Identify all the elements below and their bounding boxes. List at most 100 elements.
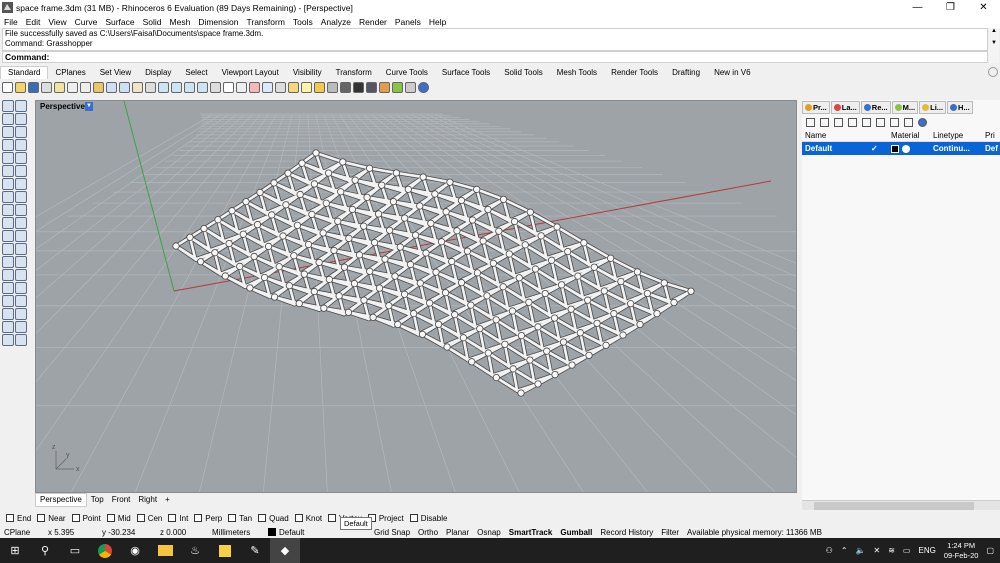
box-tool-icon[interactable]	[2, 191, 14, 203]
pan-icon[interactable]	[132, 82, 143, 93]
tab-help[interactable]: H...	[947, 101, 973, 114]
sticky-notes-icon[interactable]	[210, 538, 240, 563]
battery-icon[interactable]: ▭	[903, 546, 911, 555]
copy-icon[interactable]	[80, 82, 91, 93]
ghosted-icon[interactable]	[366, 82, 377, 93]
windows-start-icon[interactable]: ⊞	[0, 538, 30, 563]
col-linetype[interactable]: Linetype	[930, 130, 982, 141]
tab-layers[interactable]: La...	[830, 101, 860, 114]
menu-render[interactable]: Render	[355, 17, 391, 27]
osnap-mid[interactable]: Mid	[106, 514, 131, 523]
command-input[interactable]: Command:	[2, 51, 988, 63]
new-sublayer-icon[interactable]	[820, 118, 829, 127]
osnap-perp[interactable]: Perp	[194, 514, 222, 523]
panel-scrollbar[interactable]	[802, 500, 1000, 510]
tab-rendering[interactable]: Re...	[860, 101, 891, 114]
viewport-canvas[interactable]: yx z	[36, 101, 797, 493]
point-tool-icon[interactable]	[15, 100, 27, 112]
tab-perspective[interactable]: Perspective	[35, 493, 87, 507]
toolbar-options-icon[interactable]	[988, 67, 998, 77]
trim-tool-icon[interactable]	[2, 243, 14, 255]
menu-file[interactable]: File	[0, 17, 22, 27]
rectangle-tool-icon[interactable]	[15, 139, 27, 151]
checkbox[interactable]	[106, 514, 115, 522]
tab-standard[interactable]: Standard	[0, 66, 49, 79]
tab-new-in-v6[interactable]: New in V6	[707, 67, 757, 79]
close-button[interactable]: ✕	[967, 0, 1000, 15]
file-explorer-icon[interactable]	[150, 538, 180, 563]
rotate-view-icon[interactable]	[145, 82, 156, 93]
arc-tool-icon[interactable]	[15, 126, 27, 138]
zoom-extents-icon[interactable]	[184, 82, 195, 93]
panel-scroll-thumb[interactable]	[814, 502, 974, 510]
osnap-quad[interactable]: Quad	[258, 514, 289, 523]
tab-cplanes[interactable]: CPlanes	[48, 67, 92, 79]
osnap-disable[interactable]: Disable	[409, 514, 447, 523]
checkbox[interactable]	[136, 514, 145, 522]
osnap-project[interactable]: Project	[367, 514, 404, 523]
menu-help[interactable]: Help	[425, 17, 450, 27]
tab-right[interactable]: Right	[134, 494, 161, 506]
delete-layer-icon[interactable]	[834, 118, 843, 127]
tab-viewport-layout[interactable]: Viewport Layout	[215, 67, 286, 79]
tab-display[interactable]: Display	[138, 67, 178, 79]
join-tool-icon[interactable]	[2, 256, 14, 268]
help-icon[interactable]	[418, 82, 429, 93]
checkbox[interactable]	[168, 514, 177, 522]
menu-analyze[interactable]: Analyze	[317, 17, 355, 27]
menu-mesh[interactable]: Mesh	[166, 17, 195, 27]
mute-icon[interactable]: ✕	[874, 546, 881, 555]
tab-render-tools[interactable]: Render Tools	[604, 67, 665, 79]
osnap-near[interactable]: Near	[37, 514, 66, 523]
four-viewports-icon[interactable]	[223, 82, 234, 93]
analyze-tool-icon[interactable]	[2, 321, 14, 333]
menu-panels[interactable]: Panels	[391, 17, 425, 27]
light-icon[interactable]	[301, 82, 312, 93]
menu-tools[interactable]: Tools	[289, 17, 317, 27]
shaded-icon[interactable]	[340, 82, 351, 93]
polygon-tool-icon[interactable]	[2, 152, 14, 164]
gumball-toggle[interactable]: Gumball	[556, 528, 596, 537]
offset-tool-icon[interactable]	[15, 165, 27, 177]
plane-tool-icon[interactable]	[2, 178, 14, 190]
move-to-parent-icon[interactable]	[876, 118, 885, 127]
perspective-viewport[interactable]: yx z Perspective ▼	[35, 100, 797, 493]
split-tool-icon[interactable]	[15, 243, 27, 255]
properties-icon[interactable]	[314, 82, 325, 93]
show-icon[interactable]	[262, 82, 273, 93]
curve-tool-icon[interactable]	[15, 113, 27, 125]
filter-icon[interactable]	[890, 118, 899, 127]
rotate-tool-icon[interactable]	[2, 282, 14, 294]
new-layer-icon[interactable]	[806, 118, 815, 127]
move-tool-icon[interactable]	[2, 269, 14, 281]
viewport-title[interactable]: Perspective	[36, 101, 89, 112]
units-label[interactable]: Millimeters	[208, 528, 264, 537]
mesh-tool-icon[interactable]	[2, 217, 14, 229]
hide-icon[interactable]	[249, 82, 260, 93]
maximize-button[interactable]: ❐	[934, 0, 967, 15]
wifi-icon[interactable]: ≋	[888, 546, 895, 555]
render-icon[interactable]	[379, 82, 390, 93]
current-layer-check-icon[interactable]: ✓	[868, 142, 888, 155]
checkbox[interactable]	[409, 514, 418, 522]
osnap-int[interactable]: Int	[168, 514, 188, 523]
move-down-icon[interactable]	[862, 118, 871, 127]
tab-curve-tools[interactable]: Curve Tools	[379, 67, 435, 79]
col-material[interactable]: Material	[888, 130, 930, 141]
add-viewport-tab[interactable]: +	[161, 494, 174, 506]
zoom-selected-icon[interactable]	[197, 82, 208, 93]
array-tool-icon[interactable]	[15, 295, 27, 307]
notifications-icon[interactable]: ▢	[986, 546, 994, 555]
scale-tool-icon[interactable]	[15, 282, 27, 294]
mirror-tool-icon[interactable]	[2, 295, 14, 307]
current-layer[interactable]: Default	[264, 528, 370, 537]
select-icon[interactable]	[236, 82, 247, 93]
layer-row[interactable]: Default ✓ Continu... Def	[802, 142, 1000, 155]
checkbox[interactable]	[258, 514, 267, 522]
menu-dimension[interactable]: Dimension	[194, 17, 242, 27]
loft-tool-icon[interactable]	[15, 178, 27, 190]
menu-surface[interactable]: Surface	[101, 17, 138, 27]
osnap-tan[interactable]: Tan	[228, 514, 252, 523]
zoom-window-icon[interactable]	[171, 82, 182, 93]
zoom-icon[interactable]	[158, 82, 169, 93]
